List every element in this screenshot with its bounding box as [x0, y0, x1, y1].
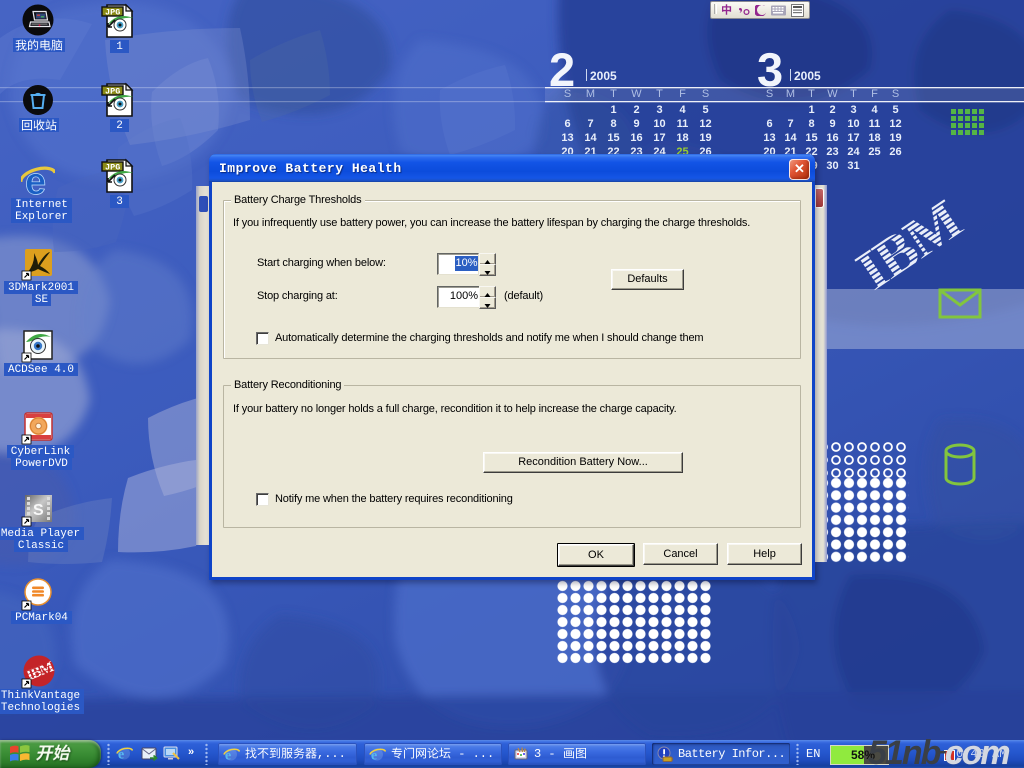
svg-text:JPG: JPG: [105, 87, 120, 97]
svg-text:JPG: JPG: [105, 8, 120, 18]
svg-text:S: S: [33, 502, 44, 519]
svg-text:JPG: JPG: [105, 163, 120, 173]
